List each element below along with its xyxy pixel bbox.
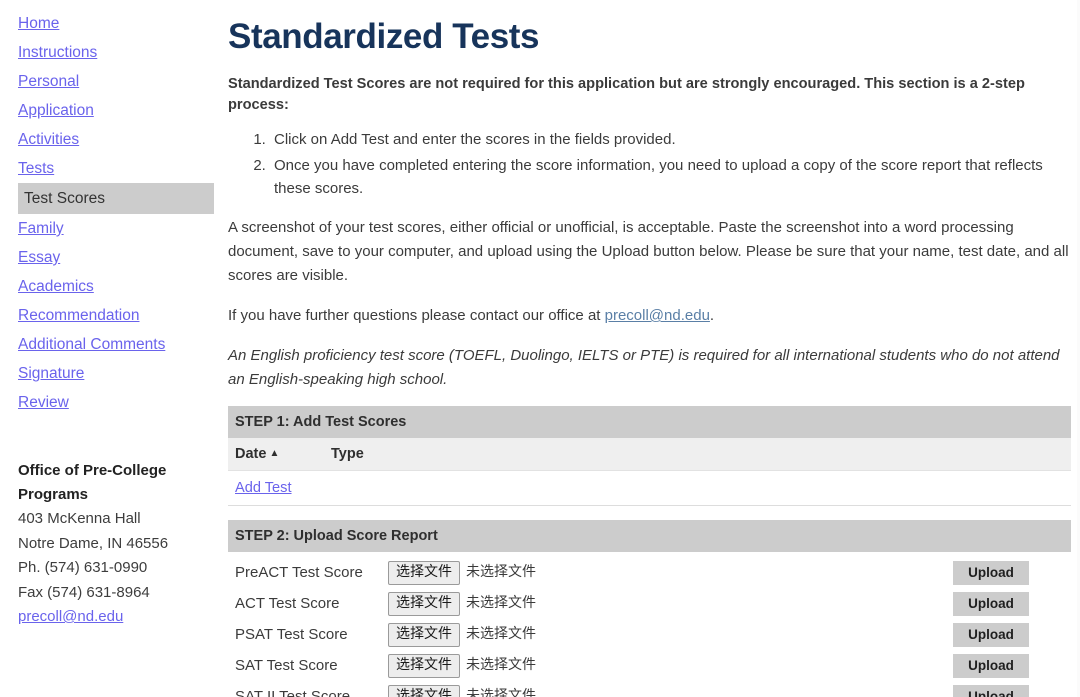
choose-file-button[interactable]: 选择文件	[388, 560, 460, 585]
sidebar-item-application[interactable]: Application	[0, 96, 227, 125]
page-root: Home Instructions Personal Application Activ…	[0, 0, 1080, 697]
file-input[interactable]: 选择文件 未选择文件	[388, 622, 536, 647]
upload-row-label: PreACT Test Score	[235, 564, 363, 581]
office-info-block: Office of Pre-College Programs 403 McKen…	[0, 459, 227, 630]
main-content: Standardized Tests Standardized Test Sco…	[227, 0, 1080, 697]
sidebar-item-label[interactable]: Activities	[18, 131, 79, 148]
contact-paragraph: If you have further questions please con…	[228, 304, 1071, 328]
lead-paragraph: Standardized Test Scores are not require…	[228, 76, 1025, 113]
column-header-date[interactable]: Date ▲	[235, 446, 331, 462]
sidebar-item-tests[interactable]: Tests	[0, 154, 227, 183]
file-input[interactable]: 选择文件 未选择文件	[388, 653, 536, 678]
upload-button[interactable]: Upload	[953, 684, 1029, 697]
sidebar-item-label[interactable]: Instructions	[18, 44, 97, 61]
file-status-label: 未选择文件	[466, 563, 536, 580]
process-steps-list: Click on Add Test and enter the scores i…	[228, 128, 1071, 200]
choose-file-button[interactable]: 选择文件	[388, 684, 460, 697]
upload-row-label: SAT Test Score	[235, 657, 338, 674]
sidebar-item-label[interactable]: Personal	[18, 73, 79, 90]
sort-ascending-icon: ▲	[269, 448, 280, 459]
add-test-link[interactable]: Add Test	[235, 480, 292, 496]
upload-button[interactable]: Upload	[953, 653, 1029, 678]
sidebar-item-family[interactable]: Family	[0, 214, 227, 243]
page-title: Standardized Tests	[228, 17, 540, 56]
sidebar-item-label[interactable]: Tests	[18, 160, 54, 177]
office-email-link[interactable]: precoll@nd.edu	[18, 608, 123, 625]
sidebar-item-label[interactable]: Review	[18, 394, 69, 411]
column-header-type[interactable]: Type	[331, 446, 451, 462]
choose-file-button[interactable]: 选择文件	[388, 622, 460, 647]
office-phone: Ph. (574) 631-0990	[18, 559, 148, 576]
sidebar-item-label[interactable]: Additional Comments	[18, 336, 165, 353]
contact-prefix-text: If you have further questions please con…	[228, 307, 605, 324]
office-name: Office of Pre-College Programs	[18, 462, 167, 503]
step1-header: STEP 1: Add Test Scores	[228, 406, 1071, 438]
sidebar: Home Instructions Personal Application Activ…	[0, 0, 227, 697]
sidebar-item-essay[interactable]: Essay	[0, 243, 227, 272]
sidebar-item-review[interactable]: Review	[0, 388, 227, 417]
upload-button[interactable]: Upload	[953, 622, 1029, 647]
file-status-label: 未选择文件	[466, 687, 536, 697]
upload-row: SAT Test Score 选择文件 未选择文件 Upload	[228, 650, 1071, 681]
file-input[interactable]: 选择文件 未选择文件	[388, 591, 536, 616]
upload-row: PSAT Test Score 选择文件 未选择文件 Upload	[228, 619, 1071, 650]
upload-button[interactable]: Upload	[953, 591, 1029, 616]
english-proficiency-paragraph: An English proficiency test score (TOEFL…	[228, 347, 1060, 388]
upload-row-label: SAT II Test Score	[235, 688, 351, 697]
sidebar-item-additional-comments[interactable]: Additional Comments	[0, 330, 227, 359]
upload-rows-container: PreACT Test Score 选择文件 未选择文件 Upload ACT Test…	[228, 552, 1071, 697]
upload-row: SAT II Test Score 选择文件 未选择文件 Upload	[228, 681, 1071, 697]
file-status-label: 未选择文件	[466, 625, 536, 642]
screenshot-instructions-paragraph: A screenshot of your test scores, either…	[228, 219, 1069, 284]
sidebar-nav-list: Home Instructions Personal Application Activ…	[0, 9, 227, 417]
sidebar-item-recommendation[interactable]: Recommendation	[0, 301, 227, 330]
step2-section: STEP 2: Upload Score Report PreACT Test …	[228, 520, 1071, 697]
step2-header: STEP 2: Upload Score Report	[228, 520, 1071, 552]
office-fax: Fax (574) 631-8964	[18, 583, 150, 601]
sidebar-item-label[interactable]: Recommendation	[18, 307, 139, 324]
contact-email-link[interactable]: precoll@nd.edu	[605, 307, 710, 324]
office-address-line-2: Notre Dame, IN 46556	[18, 534, 169, 552]
sidebar-item-label[interactable]: Application	[18, 102, 94, 119]
sidebar-item-activities[interactable]: Activities	[0, 125, 227, 154]
sidebar-item-personal[interactable]: Personal	[0, 67, 227, 96]
sidebar-item-label[interactable]: Home	[18, 15, 59, 32]
test-scores-table-header: Date ▲ Type	[228, 438, 1071, 471]
upload-row-label: ACT Test Score	[235, 595, 340, 612]
sidebar-item-test-scores[interactable]: Test Scores	[18, 183, 214, 214]
upload-row: PreACT Test Score 选择文件 未选择文件 Upload	[228, 557, 1071, 588]
process-step-item: Once you have completed entering the sco…	[270, 154, 1071, 200]
sidebar-item-label[interactable]: Signature	[18, 365, 84, 382]
file-input[interactable]: 选择文件 未选择文件	[388, 560, 536, 585]
sidebar-item-home[interactable]: Home	[0, 9, 227, 38]
upload-row-label: PSAT Test Score	[235, 626, 348, 643]
choose-file-button[interactable]: 选择文件	[388, 591, 460, 616]
sidebar-item-signature[interactable]: Signature	[0, 359, 227, 388]
choose-file-button[interactable]: 选择文件	[388, 653, 460, 678]
sidebar-item-label[interactable]: Academics	[18, 278, 94, 295]
column-header-date-label: Date	[235, 446, 267, 462]
upload-row: ACT Test Score 选择文件 未选择文件 Upload	[228, 588, 1071, 619]
sidebar-item-instructions[interactable]: Instructions	[0, 38, 227, 67]
sidebar-item-label[interactable]: Family	[18, 220, 64, 237]
file-status-label: 未选择文件	[466, 594, 536, 611]
upload-button[interactable]: Upload	[953, 560, 1029, 585]
file-status-label: 未选择文件	[466, 656, 536, 673]
test-scores-table-body: Add Test	[228, 471, 1071, 506]
column-header-type-label: Type	[331, 446, 364, 462]
process-step-item: Click on Add Test and enter the scores i…	[270, 128, 1071, 151]
office-address-line-1: 403 McKenna Hall	[18, 510, 141, 527]
sidebar-item-label[interactable]: Essay	[18, 249, 60, 266]
contact-suffix-text: .	[709, 307, 715, 324]
step1-section: STEP 1: Add Test Scores Date ▲ Type Add T…	[228, 406, 1071, 506]
sidebar-item-label: Test Scores	[24, 190, 105, 207]
file-input[interactable]: 选择文件 未选择文件	[388, 684, 536, 697]
sidebar-item-academics[interactable]: Academics	[0, 272, 227, 301]
